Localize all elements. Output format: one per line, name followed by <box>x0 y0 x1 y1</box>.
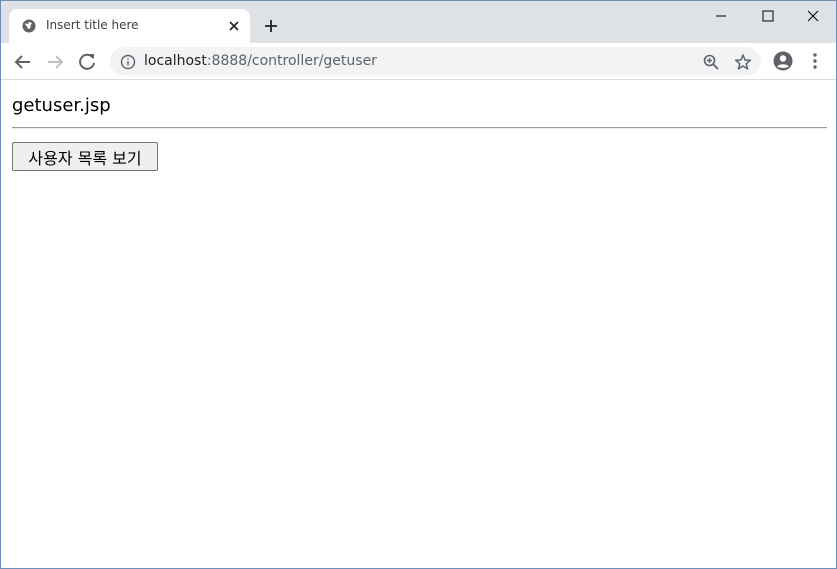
user-list-button[interactable]: 사용자 목록 보기 <box>12 142 158 171</box>
browser-window: Insert title here localhost:8888/control… <box>0 0 837 569</box>
browser-tab[interactable]: Insert title here <box>9 9 250 43</box>
new-tab-plus-icon[interactable] <box>262 17 280 35</box>
browser-toolbar: localhost:8888/controller/getuser <box>1 43 836 80</box>
horizontal-rule <box>12 127 827 129</box>
url-text[interactable]: localhost:8888/controller/getuser <box>144 53 377 69</box>
info-icon[interactable] <box>120 54 136 70</box>
bookmark-star-icon[interactable] <box>734 53 752 71</box>
minimize-icon[interactable] <box>698 1 744 31</box>
tab-title: Insert title here <box>46 18 139 32</box>
reload-icon[interactable] <box>75 50 99 74</box>
globe-icon <box>22 19 36 33</box>
tab-strip: Insert title here <box>1 1 836 43</box>
url-host: localhost <box>144 53 207 69</box>
maximize-icon[interactable] <box>744 1 790 31</box>
close-icon[interactable] <box>226 18 242 34</box>
page-content: getuser.jsp 사용자 목록 보기 <box>1 81 836 568</box>
forward-arrow-icon[interactable] <box>43 50 67 74</box>
address-bar[interactable]: localhost:8888/controller/getuser <box>110 47 761 76</box>
back-arrow-icon[interactable] <box>11 50 35 74</box>
kebab-menu-icon[interactable] <box>807 51 823 71</box>
profile-avatar-icon[interactable] <box>773 51 793 71</box>
window-close-icon[interactable] <box>790 1 836 31</box>
url-path: :8888/controller/getuser <box>206 53 377 69</box>
zoom-icon[interactable] <box>702 53 720 71</box>
page-heading: getuser.jsp <box>12 95 111 116</box>
